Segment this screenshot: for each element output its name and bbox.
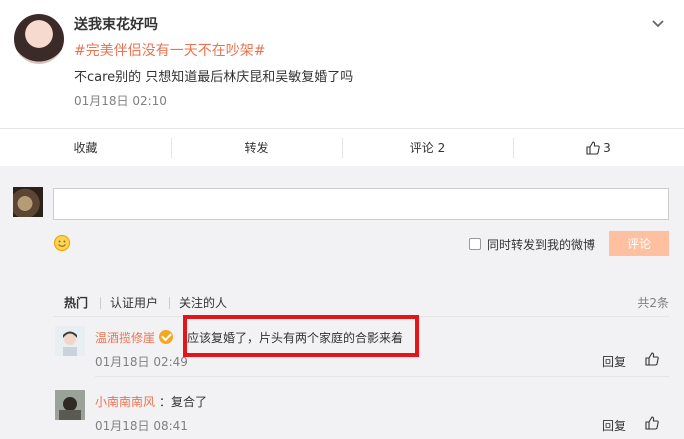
comment-section: 同时转发到我的微博 评论 热门 认证用户 关注的人 共2条 温酒揽修崖 应该复婚了… (0, 166, 684, 439)
topic-link[interactable]: #完美伴侣没有一天不在吵架# (74, 40, 265, 60)
comment-item: 小南南南风 ：复合了 01月18日 08:41 回复 (53, 390, 669, 439)
emoji-icon[interactable] (53, 234, 71, 252)
forward-checkbox-label[interactable]: 同时转发到我的微博 (487, 236, 595, 253)
post-time[interactable]: 01月18日 02:10 (74, 92, 167, 109)
author-name[interactable]: 送我束花好吗 (74, 14, 158, 34)
reply-button[interactable]: 回复 (602, 417, 626, 434)
commenter-avatar[interactable] (55, 326, 85, 356)
author-avatar[interactable] (14, 14, 64, 64)
favorite-button[interactable]: 收藏 (0, 129, 171, 166)
verified-badge-icon (159, 330, 174, 344)
post-content: 不care别的 只想知道最后林庆昆和吴敏复婚了吗 (74, 70, 354, 85)
current-user-avatar[interactable] (13, 187, 43, 217)
comment-text: ：复合了 (159, 395, 208, 409)
forward-button[interactable]: 转发 (171, 129, 342, 166)
comment-filter-tabs: 热门 认证用户 关注的人 共2条 (53, 294, 669, 314)
highlight-box (183, 315, 419, 357)
weibo-post: 送我束花好吗 #完美伴侣没有一天不在吵架# 不care别的 只想知道最后林庆昆和… (0, 0, 684, 128)
commenter-name[interactable]: 小南南南风 ：复合了 (95, 393, 207, 410)
post-action-bar: 收藏 转发 评论 2 3 (0, 128, 684, 166)
submit-comment-button[interactable]: 评论 (609, 231, 669, 256)
tab-verified[interactable]: 认证用户 (110, 294, 158, 311)
comment-divider (95, 376, 669, 377)
tab-divider (169, 297, 170, 309)
comment-input[interactable] (53, 188, 669, 220)
favorite-label: 收藏 (73, 141, 98, 155)
thumbs-up-icon[interactable] (645, 352, 659, 366)
thumbs-up-icon (586, 140, 600, 155)
tab-following[interactable]: 关注的人 (179, 294, 227, 311)
comment-label: 评论 2 (409, 141, 446, 155)
like-count: 3 (603, 140, 611, 155)
forward-checkbox[interactable] (469, 238, 481, 250)
comment-total: 共2条 (637, 296, 669, 310)
chevron-down-icon[interactable] (648, 14, 668, 34)
comment-time: 01月18日 02:49 (95, 355, 188, 369)
comment-time: 01月18日 08:41 (95, 419, 188, 433)
forward-label: 转发 (244, 141, 269, 155)
commenter-name-text: 温酒揽修崖 (95, 331, 156, 345)
like-button[interactable]: 3 (513, 129, 684, 166)
commenter-name-text: 小南南南风 (95, 395, 156, 409)
tab-hot[interactable]: 热门 (64, 294, 88, 311)
thumbs-up-icon[interactable] (645, 416, 659, 430)
reply-button[interactable]: 回复 (602, 353, 626, 370)
commenter-avatar[interactable] (55, 390, 85, 420)
tab-divider (100, 297, 101, 309)
comment-button[interactable]: 评论 2 (342, 129, 513, 166)
